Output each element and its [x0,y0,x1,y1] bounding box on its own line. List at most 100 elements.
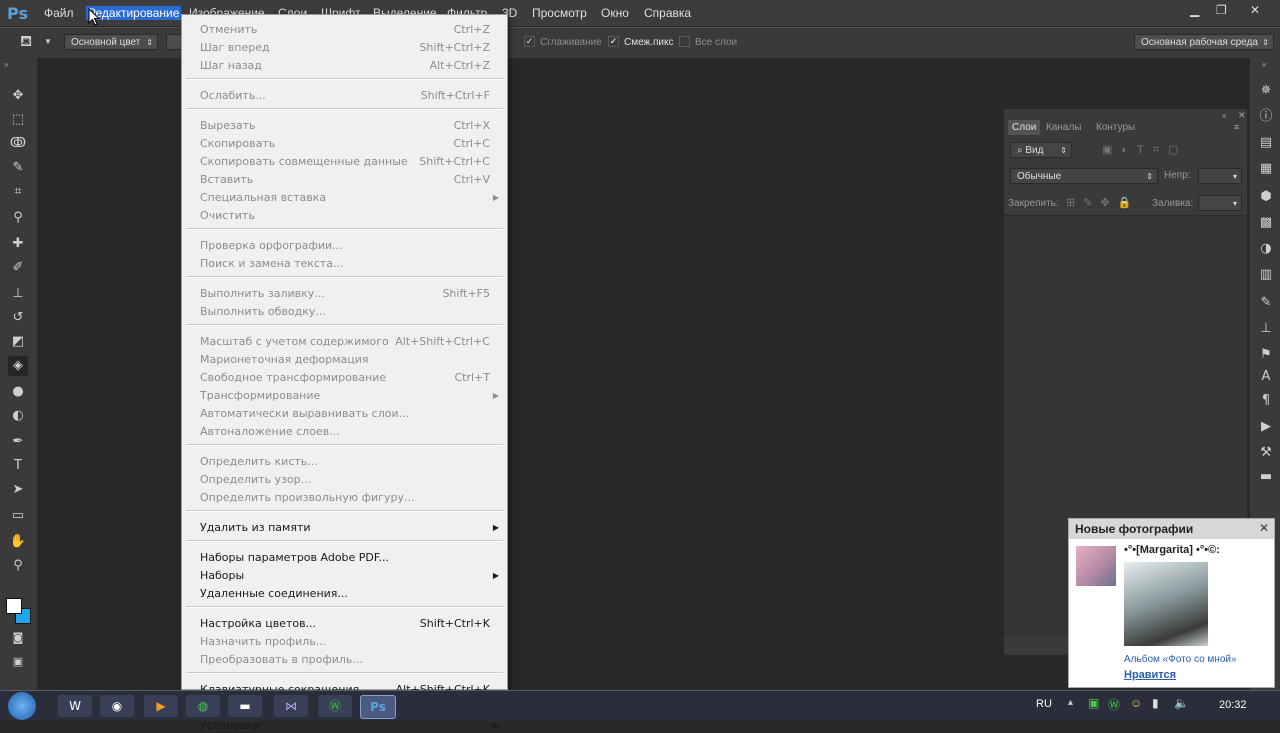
menu-item[interactable]: Специальная вставка ▶ [182,189,507,205]
volume-icon[interactable]: 🔈 [1174,696,1189,710]
menu-item[interactable]: Вставить Ctrl+V [182,171,507,187]
utorrent-icon[interactable]: ◍ [186,695,220,717]
menu-item[interactable]: Шаг вперед Shift+Ctrl+Z [182,39,507,55]
pattern-select[interactable] [166,34,182,50]
menu-item[interactable]: Марионеточная деформация [182,351,507,367]
contiguous-checkbox[interactable]: ✓ [608,36,619,47]
menu-item[interactable]: Скопировать совмещенные данные Shift+Ctrl… [182,153,507,169]
menu-item[interactable]: Отменить Ctrl+Z [182,21,507,37]
tray-vk-icon[interactable]: Ⓦ [1108,696,1120,713]
tool-preset-chevron-icon[interactable]: ▼ [44,37,52,46]
workspace-select[interactable]: Основная рабочая среда ⇕ [1134,34,1274,50]
menu-item[interactable]: Проверка орфографии... [182,237,507,253]
collapse-panel-icon[interactable]: « [1222,111,1226,120]
menu-item[interactable]: Наборы параметров Adobe PDF... [182,549,507,565]
menu-item[interactable]: Выполнить обводку... [182,303,507,319]
path-selection-tool-icon[interactable]: ➤ [8,480,28,500]
close-icon[interactable]: ✕ [1259,521,1269,535]
tab-paths[interactable]: Контуры [1096,122,1135,133]
eraser-tool-icon[interactable]: ◩ [8,332,28,352]
clone-stamp-tool-icon[interactable]: ⊥ [8,284,28,304]
menu-item[interactable]: Ослабить... Shift+Ctrl+F [182,87,507,103]
swatches-icon[interactable]: ▦ [1257,160,1275,178]
type-tool-icon[interactable]: T [8,456,28,476]
menu-item[interactable]: Шаг назад Alt+Ctrl+Z [182,57,507,73]
lasso-tool-icon[interactable]: ↂ [8,134,28,154]
terminal-icon[interactable]: ▬ [228,695,262,717]
menu-item[interactable]: Масштаб с учетом содержимого Alt+Shift+Ct… [182,333,507,349]
vk-app-icon[interactable]: Ⓦ [318,695,352,717]
styles-icon[interactable]: ⬢ [1257,188,1275,206]
menu-item[interactable]: Автоналожение слоев... [182,423,507,439]
eyedropper-tool-icon[interactable]: ⚲ [8,208,28,228]
menu-window[interactable]: Окно [601,6,629,20]
history-brush-tool-icon[interactable]: ↺ [8,308,28,328]
all-layers-checkbox[interactable] [679,36,690,47]
close-icon[interactable]: ✕ [1250,3,1260,17]
adjustments-icon[interactable]: ◑ [1257,240,1275,258]
menu-file[interactable]: Файл [44,6,74,20]
network-icon[interactable]: ▮ [1152,696,1159,710]
panel-menu-icon[interactable]: ≡ [1234,122,1239,132]
word-icon[interactable]: W [58,695,92,717]
info-icon[interactable]: ⓘ [1257,108,1275,126]
layer-filter-icons[interactable]: ▣◐T⌗▢ [1102,143,1187,157]
menu-help[interactable]: Справка [644,6,691,20]
paint-bucket-tool-icon[interactable]: ◈ [8,356,28,376]
menu-edit[interactable]: Редактирование [86,6,182,20]
history-icon[interactable]: ⚑ [1257,346,1275,364]
menu-item[interactable]: Очистить [182,207,507,223]
menu-item[interactable]: Преобразовать в профиль... [182,651,507,667]
move-tool-icon[interactable]: ✥ [8,86,28,106]
expand-panels-icon[interactable]: « [1262,60,1266,69]
lock-icons[interactable]: ⊞✎✥🔒 [1066,196,1139,209]
tray-expand-icon[interactable]: ▴ [1068,697,1073,708]
blend-mode-select[interactable]: Обычные ⇕ [1010,168,1158,184]
collapse-icon[interactable]: » [4,60,8,69]
color-icon[interactable]: ▩ [1257,214,1275,232]
album-link[interactable]: Альбом «Фото со мной» [1124,654,1237,665]
menu-item[interactable]: Выполнить заливку... Shift+F5 [182,285,507,301]
tray-smile-icon[interactable]: ☺ [1130,696,1142,710]
quick-mask-icon[interactable]: ◙ [8,628,28,648]
menu-item[interactable]: Автоматически выравнивать слои... [182,405,507,421]
language-indicator[interactable]: RU [1036,698,1052,710]
menu-item[interactable]: Поиск и замена текста... [182,255,507,271]
restore-icon[interactable]: ❐ [1216,3,1227,17]
visual-studio-icon[interactable]: ⋈ [274,695,308,717]
photo-thumbnail[interactable] [1124,562,1208,646]
tool-presets-icon[interactable]: ⚒ [1257,444,1275,462]
histogram-icon[interactable]: ▤ [1257,134,1275,152]
close-panel-icon[interactable]: ✕ [1238,110,1246,121]
hand-tool-icon[interactable]: ✋ [8,532,28,552]
character-icon[interactable]: A [1257,368,1275,386]
crop-tool-icon[interactable]: ⌗ [8,182,28,202]
tab-layers[interactable]: Слои [1008,120,1041,135]
zoom-tool-icon[interactable]: ⚲ [8,556,28,576]
menu-item[interactable]: Определить узор... [182,471,507,487]
menu-item[interactable]: Удалить из памяти ▶ [182,519,507,535]
menu-item[interactable]: Удаленные соединения... [182,585,507,601]
masks-icon[interactable]: ▥ [1257,266,1275,284]
dodge-tool-icon[interactable]: ◐ [8,406,28,426]
filter-kind-select[interactable]: ⌕ Вид ⇕ [1010,142,1072,158]
paragraph-icon[interactable]: ¶ [1257,392,1275,410]
menu-item[interactable]: Настройка цветов... Shift+Ctrl+K [182,615,507,631]
menu-item[interactable]: Определить произвольную фигуру... [182,489,507,505]
opacity-input[interactable]: ▾ [1198,168,1242,184]
pen-tool-icon[interactable]: ✒ [8,432,28,452]
clock[interactable]: 20:32 [1219,699,1247,711]
menu-item[interactable]: Свободное трансформирование Ctrl+T [182,369,507,385]
minimize-icon[interactable]: ▁ [1190,3,1199,17]
brush-panel-icon[interactable]: ✎ [1257,294,1275,312]
menu-item[interactable]: Наборы ▶ [182,567,507,583]
healing-brush-tool-icon[interactable]: ✚ [8,234,28,254]
start-button-icon[interactable] [8,692,36,720]
clone-source-icon[interactable]: ⊥ [1257,320,1275,338]
brush-tool-icon[interactable]: ✐ [8,258,28,278]
paint-bucket-tool-icon[interactable]: ⛾ [20,33,32,52]
like-link[interactable]: Нравится [1124,669,1176,681]
tray-app-icon[interactable]: ▣ [1088,696,1099,710]
rectangle-tool-icon[interactable]: ▭ [8,506,28,526]
navigator-icon[interactable]: ✵ [1257,82,1275,100]
